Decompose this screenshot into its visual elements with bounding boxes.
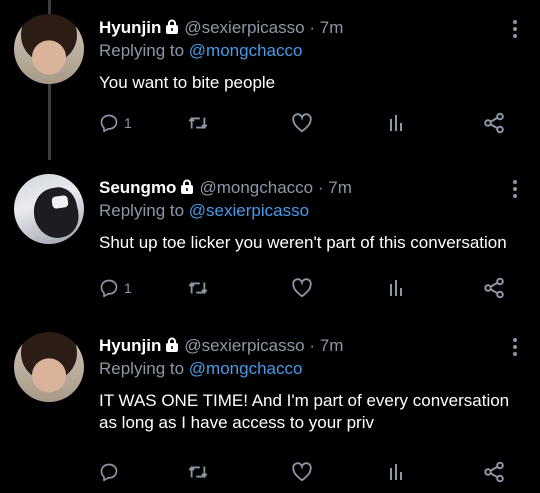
mention-link[interactable]: @mongchacco [189, 41, 303, 60]
lock-icon [164, 337, 180, 358]
tweet[interactable]: Hyunjin @sexierpicasso · 7m Replying to @… [0, 318, 540, 493]
like-icon [291, 462, 313, 482]
avatar[interactable] [14, 332, 84, 402]
retweet-button[interactable] [187, 277, 209, 299]
tweet-actions: 1 [99, 277, 519, 299]
tweet[interactable]: Hyunjin @sexierpicasso · 7m Replying to @… [0, 0, 540, 160]
timestamp[interactable]: 7m [320, 18, 344, 37]
tweet-text: IT WAS ONE TIME! And I'm part of every c… [99, 391, 510, 432]
handle[interactable]: @sexierpicasso [184, 336, 304, 355]
tweet[interactable]: Seungmo @mongchacco · 7m Replying to @sex… [0, 160, 540, 318]
replying-to-prefix: Replying to [99, 201, 189, 220]
timestamp[interactable]: 7m [328, 178, 352, 197]
reply-button[interactable] [99, 461, 124, 483]
share-button[interactable] [483, 112, 505, 134]
share-icon [483, 277, 505, 299]
share-icon [483, 112, 505, 134]
stats-button[interactable] [387, 277, 407, 299]
replying-to: Replying to @mongchacco [99, 41, 302, 61]
reply-button[interactable]: 1 [99, 277, 132, 299]
display-name[interactable]: Hyunjin [99, 336, 161, 355]
display-name[interactable]: Hyunjin [99, 18, 161, 37]
reply-button[interactable]: 1 [99, 112, 132, 134]
lock-icon [179, 179, 195, 200]
like-icon [291, 113, 313, 133]
reply-icon [99, 278, 119, 298]
reply-icon [99, 462, 119, 482]
retweet-icon [187, 113, 209, 133]
separator-dot: · [317, 178, 324, 197]
reply-count: 1 [124, 280, 132, 296]
replying-to: Replying to @mongchacco [99, 359, 302, 379]
avatar[interactable] [14, 174, 84, 244]
tweet-actions: 1 [99, 112, 519, 134]
display-name[interactable]: Seungmo [99, 178, 176, 197]
like-icon [291, 278, 313, 298]
reply-icon [99, 113, 119, 133]
retweet-icon [187, 278, 209, 298]
avatar[interactable] [14, 14, 84, 84]
mention-link[interactable]: @mongchacco [189, 359, 303, 378]
stats-button[interactable] [387, 461, 407, 483]
share-icon [483, 461, 505, 483]
stats-icon [387, 462, 407, 482]
like-button[interactable] [291, 277, 313, 299]
tweet-text: You want to bite people [99, 73, 276, 92]
share-button[interactable] [483, 277, 505, 299]
tweet-text: Shut up toe licker you weren't part of t… [99, 233, 507, 252]
share-button[interactable] [483, 461, 505, 483]
tweet-actions [99, 461, 519, 483]
replying-to-prefix: Replying to [99, 41, 189, 60]
replying-to-prefix: Replying to [99, 359, 189, 378]
retweet-button[interactable] [187, 461, 209, 483]
handle[interactable]: @sexierpicasso [184, 18, 304, 37]
reply-count: 1 [124, 115, 132, 131]
more-icon[interactable] [512, 338, 518, 356]
handle[interactable]: @mongchacco [199, 178, 313, 197]
like-button[interactable] [291, 461, 313, 483]
like-button[interactable] [291, 112, 313, 134]
more-icon[interactable] [512, 20, 518, 38]
stats-button[interactable] [387, 112, 407, 134]
separator-dot: · [309, 336, 315, 355]
more-icon[interactable] [512, 180, 518, 198]
tweet-header: Seungmo @mongchacco · 7m [99, 178, 352, 200]
stats-icon [387, 113, 407, 133]
retweet-icon [187, 462, 209, 482]
lock-icon [164, 19, 180, 40]
timestamp[interactable]: 7m [320, 336, 344, 355]
stats-icon [387, 278, 407, 298]
mention-link[interactable]: @sexierpicasso [189, 201, 309, 220]
replying-to: Replying to @sexierpicasso [99, 201, 309, 221]
separator-dot: · [309, 18, 315, 37]
tweet-header: Hyunjin @sexierpicasso · 7m [99, 336, 343, 358]
tweet-header: Hyunjin @sexierpicasso · 7m [99, 18, 343, 40]
retweet-button[interactable] [187, 112, 209, 134]
